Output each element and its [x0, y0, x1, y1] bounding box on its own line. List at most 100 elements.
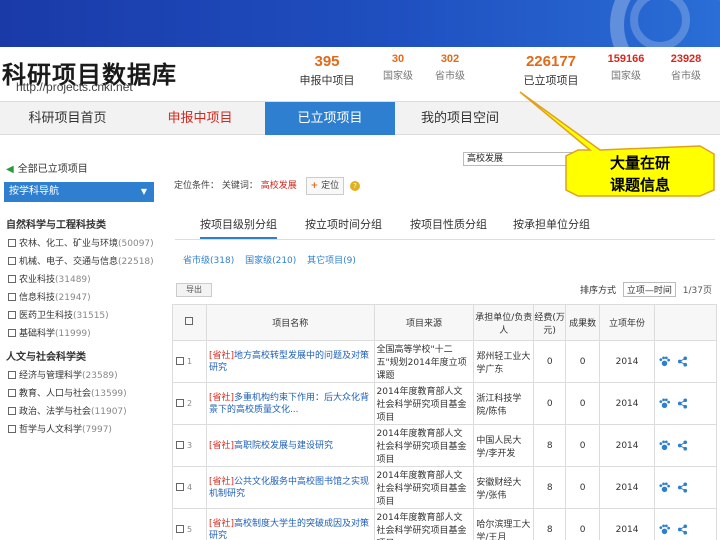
column-header[interactable]: 项目名称 [205, 304, 375, 341]
sidebar-item[interactable]: 经济与管理科学(23589) [8, 368, 118, 381]
project-results-cell: 0 [565, 340, 601, 383]
checkbox[interactable] [8, 275, 16, 283]
callout-line-2: 课题信息 [609, 176, 670, 194]
tab-applying[interactable]: 申报中项目 [135, 102, 265, 135]
sidebar-item-count: (50097) [118, 239, 154, 249]
sidebar-item[interactable]: 机械、电子、交通与信息(22518) [8, 254, 154, 267]
paw-icon[interactable] [659, 524, 671, 535]
subgroup-link[interactable]: 省市级(318) [183, 256, 234, 266]
project-unit-cell[interactable]: 安徽财经大学/张伟 [473, 466, 535, 509]
stat-approved-provincial[interactable]: 23928 省市级 [666, 53, 706, 82]
row-select-cell[interactable]: 3 [172, 424, 207, 467]
checkbox[interactable] [8, 239, 16, 247]
checkbox[interactable] [8, 389, 16, 397]
help-icon[interactable]: ? [349, 181, 360, 191]
sidebar-item[interactable]: 哲学与人文科学(7997) [8, 422, 112, 435]
paw-icon[interactable] [659, 482, 671, 493]
checkbox[interactable] [176, 398, 184, 407]
project-title-cell[interactable]: [省社]高职院校发展与建设研究 [205, 424, 375, 467]
top-banner [0, 0, 720, 90]
group-tab-level[interactable]: 按项目级别分组 [200, 216, 277, 239]
sidebar-item[interactable]: 农业科技(31489) [8, 272, 91, 285]
sidebar-item-label: 农林、化工、矿业与环境 [19, 239, 119, 249]
subgroup-link[interactable]: 其它项目(9) [307, 256, 356, 266]
share-icon[interactable] [677, 356, 688, 367]
stat-applying-provincial[interactable]: 302 省市级 [430, 53, 470, 82]
paw-icon[interactable] [659, 356, 671, 367]
tab-home[interactable]: 科研项目首页 [0, 102, 135, 135]
stat-applying-national-count: 30 [391, 53, 405, 65]
stat-approved-provincial-count: 23928 [670, 53, 702, 65]
sidebar-item[interactable]: 基础科学(11999) [8, 326, 91, 339]
export-button[interactable]: 导出 [176, 283, 212, 297]
tab-my-space[interactable]: 我的项目空间 [395, 102, 525, 135]
condition-value[interactable]: 高校发展 [261, 181, 297, 191]
share-icon[interactable] [677, 524, 688, 535]
stat-approved[interactable]: 226177 已立项项目 [518, 53, 584, 88]
project-title-cell[interactable]: [省社]高校制度大学生的突破成因及对策研究 [205, 508, 375, 540]
project-tag: [省社] [208, 440, 234, 451]
back-link[interactable]: ◀ 全部已立项项目 [6, 160, 88, 175]
tab-approved[interactable]: 已立项项目 [265, 102, 395, 135]
sidebar-item-count: (7997) [82, 425, 112, 435]
project-fund-cell: 0 [533, 382, 567, 425]
paw-icon[interactable] [659, 440, 671, 451]
checkbox[interactable] [8, 329, 16, 337]
project-title-cell[interactable]: [省社]地方高校转型发展中的问题及对策研究 [205, 340, 375, 383]
project-unit-cell[interactable]: 浙江科技学院/陈伟 [473, 382, 535, 425]
sidebar-item[interactable]: 教育、人口与社会(13599) [8, 386, 127, 399]
site-url[interactable]: http://projects.cnki.net [16, 80, 133, 94]
project-title-cell[interactable]: [省社]公共文化服务中高校图书馆之实现机制研究 [205, 466, 375, 509]
add-condition-button[interactable]: + 定位 [305, 177, 345, 195]
checkbox[interactable] [8, 257, 16, 265]
paw-icon[interactable] [659, 398, 671, 409]
stat-applying-national[interactable]: 30 国家级 [378, 53, 418, 82]
checkbox[interactable] [176, 524, 184, 533]
column-header[interactable]: 承担单位/负责人 [473, 304, 535, 341]
subgroup-links: 省市级(318) 国家级(210) 其它项目(9) [183, 253, 364, 266]
checkbox[interactable] [176, 356, 184, 365]
sidebar-item[interactable]: 医药卫生科技(31515) [8, 308, 109, 321]
sort-label: 排序方式 [580, 286, 617, 296]
project-title-link[interactable]: 高职院校发展与建设研究 [234, 441, 333, 451]
table-row: 2 [省社]多重机构约束下作用：后大众化背景下的高校质量文化... 2014年度… [172, 382, 717, 425]
checkbox[interactable] [176, 482, 184, 491]
checkbox[interactable] [8, 407, 16, 415]
column-header[interactable]: 经费(万元) [533, 304, 567, 341]
project-title-cell[interactable]: [省社]多重机构约束下作用：后大众化背景下的高校质量文化... [205, 382, 375, 425]
checkbox[interactable] [8, 425, 16, 433]
sidebar-item[interactable]: 农林、化工、矿业与环境(50097) [8, 236, 154, 249]
share-icon[interactable] [677, 440, 688, 451]
stat-applying[interactable]: 395 申报中项目 [298, 53, 356, 88]
column-header[interactable]: 项目来源 [373, 304, 475, 341]
project-unit-cell[interactable]: 哈尔滨理工大学/王月 [473, 508, 535, 540]
sidebar-item-label: 哲学与人文科学 [19, 425, 83, 435]
sidebar-item-label: 教育、人口与社会 [19, 389, 92, 399]
project-unit-cell[interactable]: 郑州轻工业大学广东 [473, 340, 535, 383]
column-header[interactable]: 成果数 [565, 304, 601, 341]
checkbox[interactable] [8, 371, 16, 379]
sort-select[interactable]: 立项—时间 [622, 282, 676, 297]
subject-nav-select[interactable]: 按学科导航 ▼ [4, 182, 154, 202]
select-all-cell[interactable] [172, 304, 207, 341]
group-tab-nature[interactable]: 按项目性质分组 [410, 216, 487, 232]
project-unit-cell[interactable]: 中国人民大学/李开发 [473, 424, 535, 467]
row-select-cell[interactable]: 1 [172, 340, 207, 383]
stat-approved-national[interactable]: 159166 国家级 [604, 53, 648, 82]
subgroup-link[interactable]: 国家级(210) [245, 256, 296, 266]
checkbox[interactable] [185, 317, 194, 325]
share-icon[interactable] [677, 482, 688, 493]
checkbox[interactable] [8, 293, 16, 301]
sidebar-item[interactable]: 政治、法学与社会(11907) [8, 404, 127, 417]
checkbox[interactable] [8, 311, 16, 319]
row-select-cell[interactable]: 4 [172, 466, 207, 509]
checkbox[interactable] [176, 440, 184, 449]
group-tab-unit[interactable]: 按承担单位分组 [513, 216, 590, 232]
row-number: 5 [187, 524, 193, 534]
column-header[interactable]: 立项年份 [599, 304, 656, 341]
share-icon[interactable] [677, 398, 688, 409]
row-select-cell[interactable]: 2 [172, 382, 207, 425]
row-select-cell[interactable]: 5 [172, 508, 207, 540]
group-tab-time[interactable]: 按立项时间分组 [305, 216, 382, 232]
sidebar-item[interactable]: 信息科技(21947) [8, 290, 91, 303]
